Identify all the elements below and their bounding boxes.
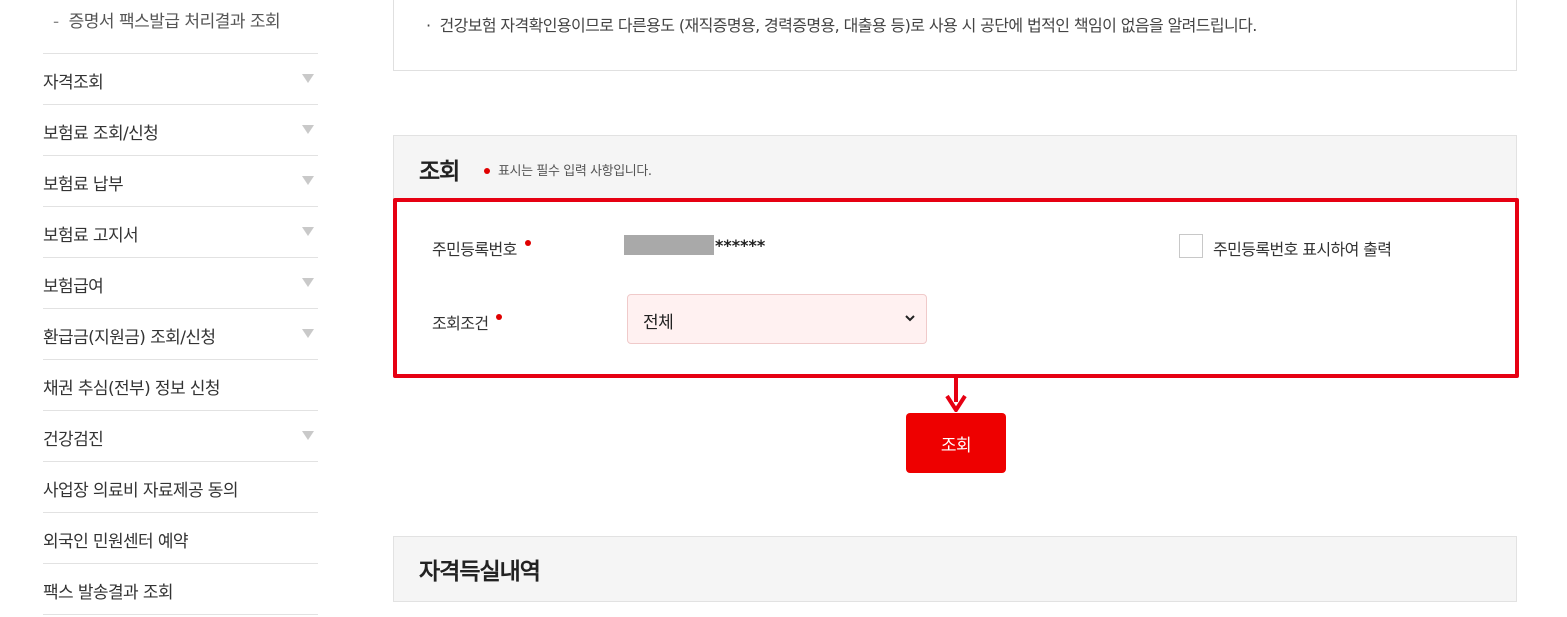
query-section-header: 조회 표시는 필수 입력 사항입니다. — [393, 135, 1517, 201]
triangle-down-icon — [302, 431, 314, 440]
rrn-masked-stars: ****** — [715, 235, 766, 255]
sidebar-menu: 자격조회보험료 조회/신청보험료 납부보험료 고지서보험급여환급금(지원금) 조… — [43, 53, 318, 615]
notice-box: · 건강보험 자격확인용이므로 다른용도 (재직증명용, 경력증명용, 대출용 … — [393, 0, 1517, 71]
required-dot-icon — [484, 167, 490, 174]
sidebar-item[interactable]: 사업장 의료비 자료제공 동의 — [43, 462, 318, 513]
sidebar-item-label: 건강검진 — [43, 430, 104, 450]
condition-select-value: 전체 — [643, 313, 674, 333]
sidebar-item-label: 사업장 의료비 자료제공 동의 — [43, 481, 239, 501]
sidebar-item-label: 환급금(지원금) 조회/신청 — [43, 328, 216, 348]
required-dot-icon — [524, 240, 531, 246]
sidebar-item[interactable]: 보험료 조회/신청 — [43, 105, 318, 156]
notice-text-content: 건강보험 자격확인용이므로 다른용도 (재직증명용, 경력증명용, 대출용 등)… — [439, 16, 1257, 35]
rrn-masked-block — [624, 235, 714, 255]
sidebar-item[interactable]: 보험료 납부 — [43, 156, 318, 207]
print-rrn-checkbox-label[interactable]: 주민등록번호 표시하여 출력 — [1213, 236, 1392, 260]
sidebar-subitem-fax-result[interactable]: - 증명서 팩스발급 처리결과 조회 — [53, 7, 281, 32]
sidebar-item-label: 외국인 민원센터 예약 — [43, 532, 189, 552]
sidebar-item-label: 보험료 납부 — [43, 175, 124, 195]
sidebar-item-label: 보험급여 — [43, 277, 104, 297]
arrow-down-icon — [945, 376, 967, 412]
sidebar-item-label: 채권 추심(전부) 정보 신청 — [43, 379, 220, 399]
rrn-value: ****** — [624, 235, 765, 255]
condition-label-text: 조회조건 — [432, 314, 489, 333]
triangle-down-icon — [302, 125, 314, 134]
sidebar-item[interactable]: 팩스 발송결과 조회 — [43, 564, 318, 615]
sidebar-item[interactable]: 환급금(지원금) 조회/신청 — [43, 309, 318, 360]
condition-label: 조회조건 — [432, 310, 503, 334]
sidebar-item[interactable]: 보험료 고지서 — [43, 207, 318, 258]
required-note-text: 표시는 필수 입력 사항입니다. — [498, 164, 652, 179]
sidebar-item[interactable]: 건강검진 — [43, 411, 318, 462]
sidebar-item-label: 자격조회 — [43, 73, 104, 93]
query-form: 주민등록번호 ****** 주민등록번호 표시하여 출력 조회조건 전체 — [393, 198, 1519, 378]
notice-text: · 건강보험 자격확인용이므로 다른용도 (재직증명용, 경력증명용, 대출용 … — [426, 16, 1257, 35]
sidebar-item[interactable]: 보험급여 — [43, 258, 318, 309]
rrn-label: 주민등록번호 — [432, 236, 531, 260]
print-rrn-checkbox[interactable] — [1179, 234, 1203, 258]
triangle-down-icon — [302, 176, 314, 185]
sidebar-item[interactable]: 외국인 민원센터 예약 — [43, 513, 318, 564]
qualification-history-header: 자격득실내역 — [393, 536, 1517, 602]
sidebar-item-label: 팩스 발송결과 조회 — [43, 583, 174, 603]
sidebar-item[interactable]: 채권 추심(전부) 정보 신청 — [43, 360, 318, 411]
sidebar-item-label: 보험료 고지서 — [43, 226, 139, 246]
required-dot-icon — [496, 314, 503, 320]
sidebar-subitem-label: 증명서 팩스발급 처리결과 조회 — [68, 12, 281, 32]
dash-icon: - — [53, 12, 59, 32]
sidebar-item[interactable]: 자격조회 — [43, 54, 318, 105]
required-note: 표시는 필수 입력 사항입니다. — [484, 160, 652, 179]
sidebar-item-label: 보험료 조회/신청 — [43, 124, 159, 144]
chevron-down-icon — [905, 315, 915, 322]
condition-select[interactable]: 전체 — [627, 294, 927, 344]
triangle-down-icon — [302, 74, 314, 83]
sidebar: - 증명서 팩스발급 처리결과 조회 자격조회보험료 조회/신청보험료 납부보험료… — [0, 0, 330, 617]
triangle-down-icon — [302, 227, 314, 236]
qualification-history-title: 자격득실내역 — [419, 559, 541, 585]
triangle-down-icon — [302, 278, 314, 287]
triangle-down-icon — [302, 329, 314, 338]
rrn-label-text: 주민등록번호 — [432, 240, 517, 259]
query-section-title: 조회 — [419, 159, 460, 185]
query-button[interactable]: 조회 — [906, 413, 1006, 473]
